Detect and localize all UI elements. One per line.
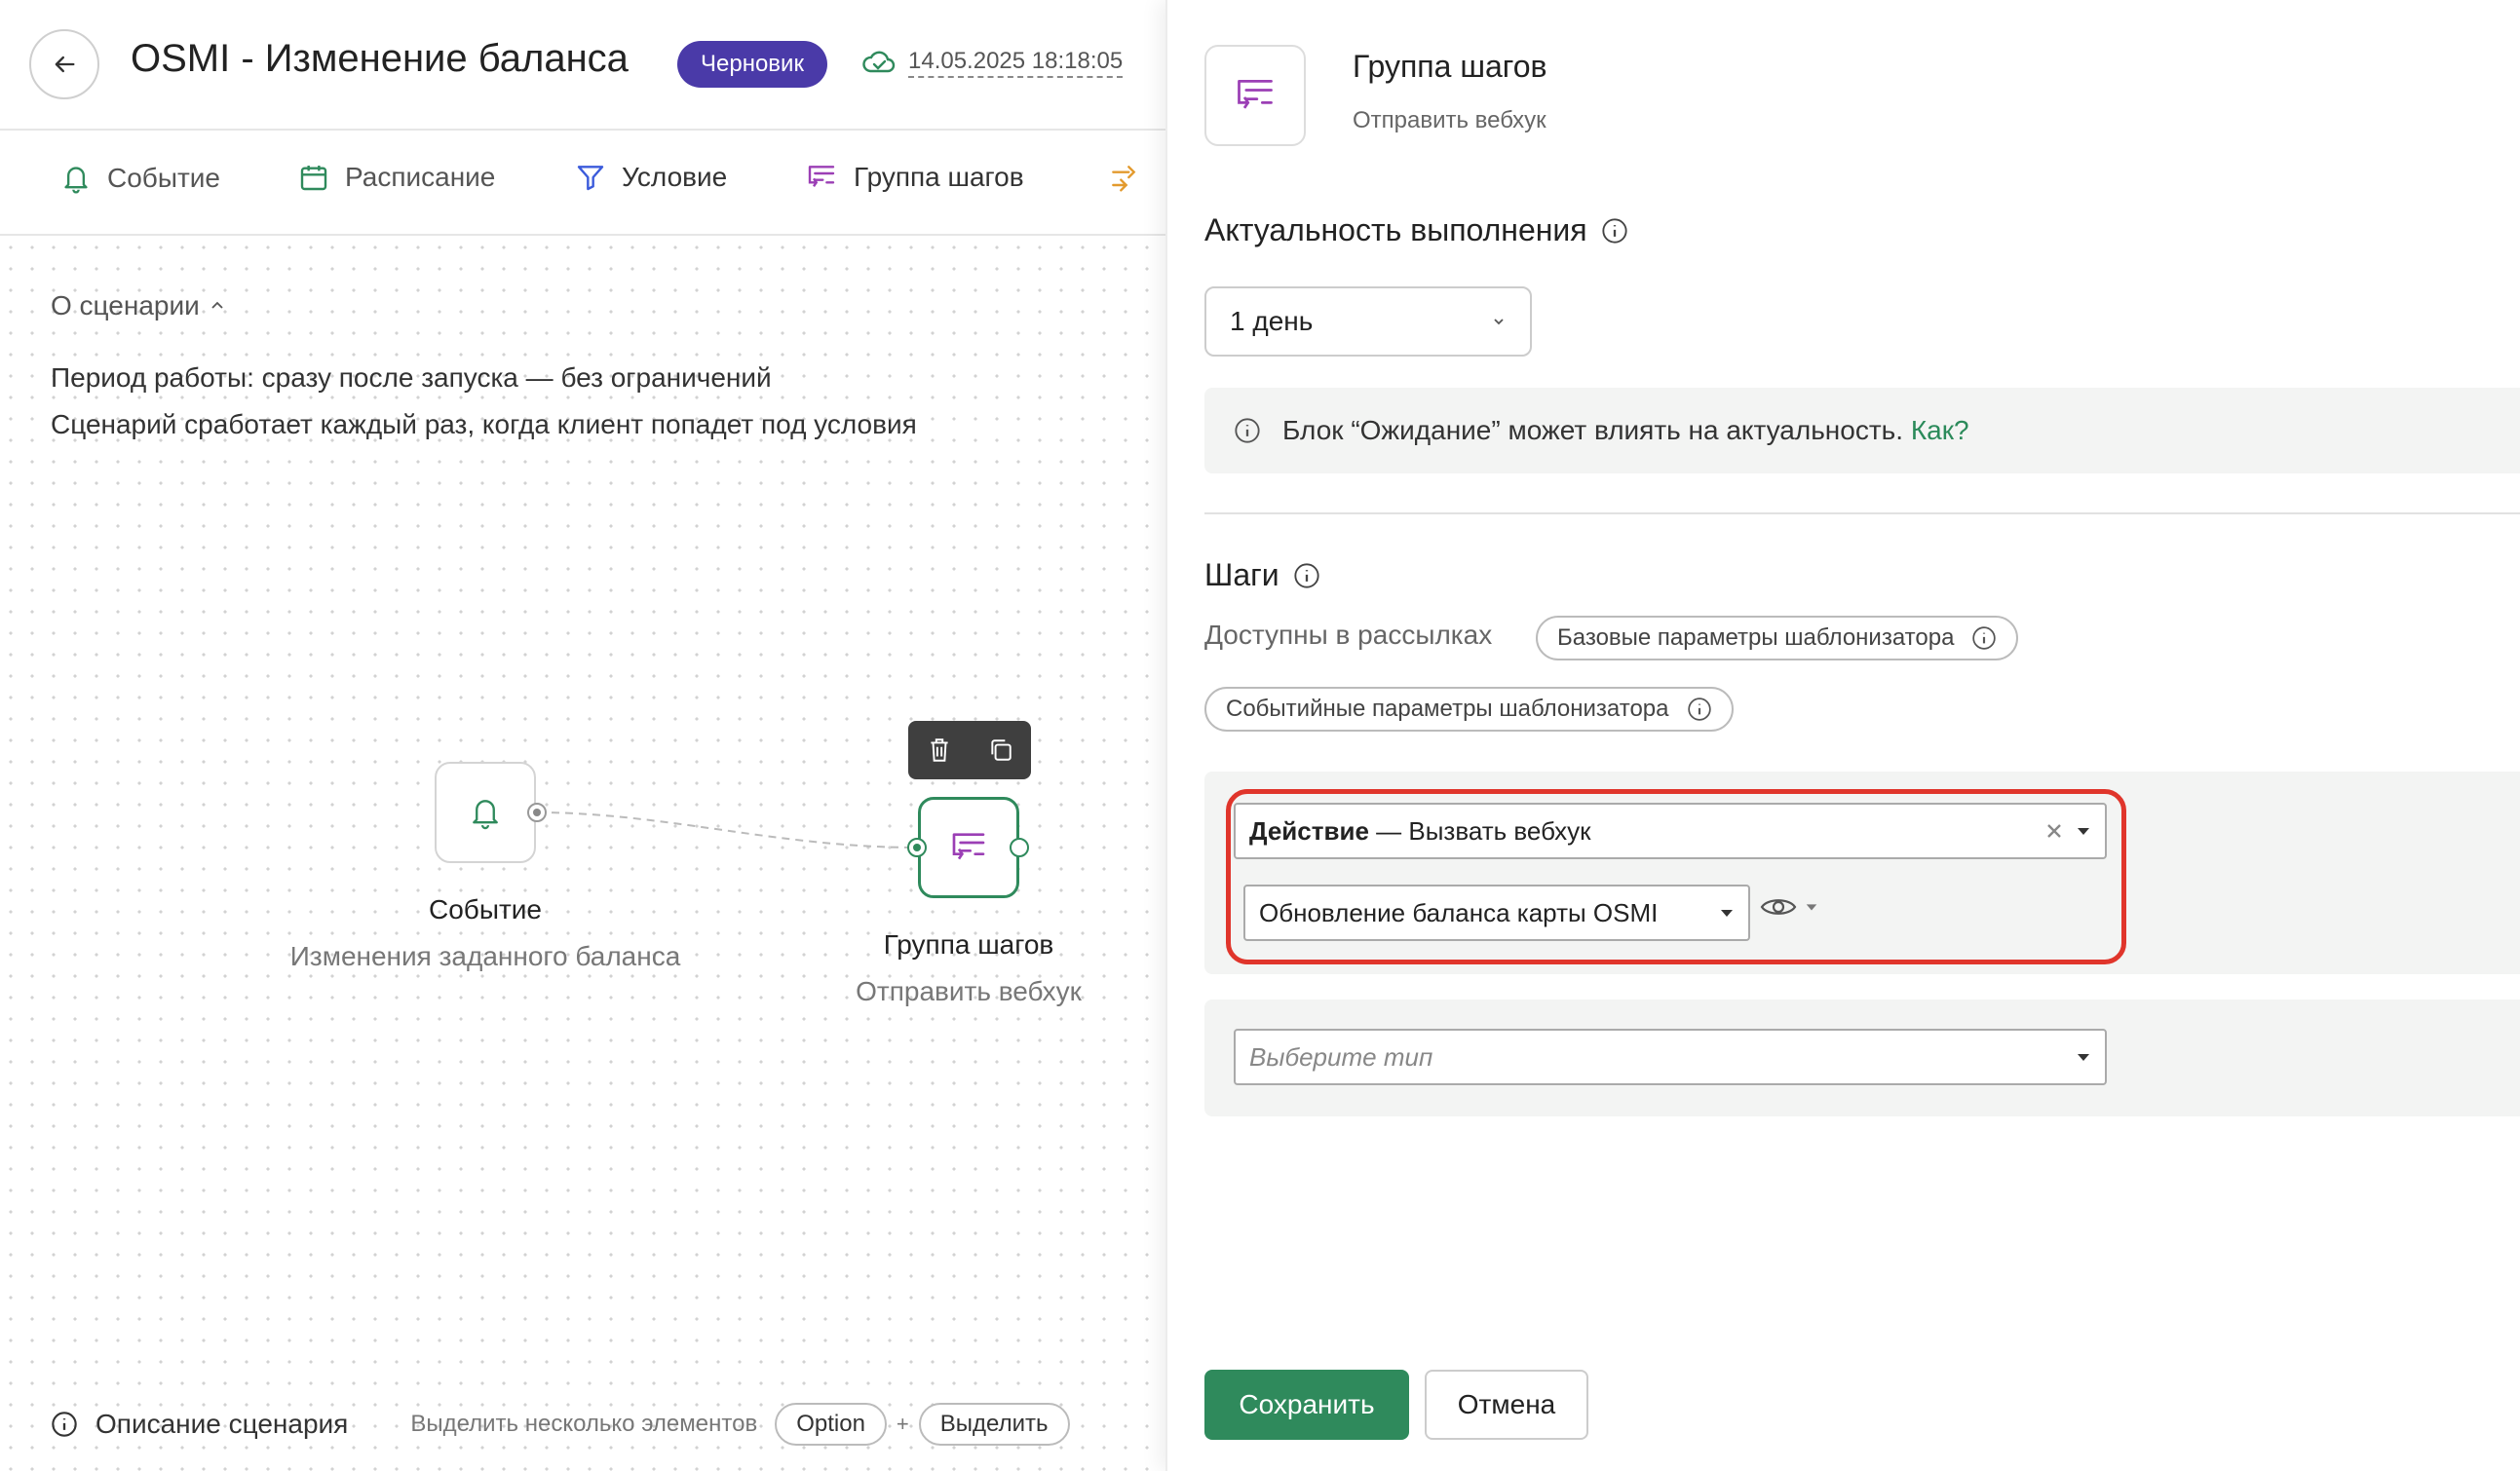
step-group-icon [952,833,985,860]
trash-icon[interactable] [927,736,952,764]
section-divider [1204,512,2520,514]
available-label: Доступны в рассылках [1204,620,1493,650]
block-subtitle: Отправить вебхук [1353,107,1546,133]
event-node-subtitle: Изменения заданного баланса [289,941,681,971]
multi-select-hint: Выделить несколько элементов [410,1411,758,1437]
notice-text: Блок “Ожидание” может влиять на актуальн… [1282,415,1904,445]
event-params-chip[interactable]: Событийные параметры шаблонизатора [1204,687,1734,732]
step-group-node-input-port[interactable] [907,838,927,857]
save-button[interactable]: Сохранить [1204,1370,1409,1440]
bell-icon [473,800,498,830]
event-node[interactable] [435,762,536,863]
node-actions-popup [908,721,1031,779]
relevance-heading: Актуальность выполнения [1204,212,1628,248]
step-group-node-title: Группа шагов [883,929,1054,960]
event-node-title: Событие [429,894,542,924]
step-group-node-subtitle: Отправить вебхук [856,976,1082,1006]
info-icon [1972,626,1997,650]
canvas-footer: Описание сценария Выделить несколько эле… [51,1403,1070,1446]
block-settings-panel: Группа шагов Отправить вебхук Актуальнос… [1165,0,2520,1471]
step-group-node-output-port[interactable] [1010,838,1029,857]
dropdown-arrow-icon [2078,1054,2089,1061]
info-icon[interactable] [1601,217,1628,245]
plus-sign: + [896,1412,909,1436]
select-key-badge: Выделить [918,1403,1070,1446]
notice-help-link[interactable]: Как? [1911,415,1969,445]
base-params-chip[interactable]: Базовые параметры шаблонизатора [1536,616,2019,660]
relevance-notice: Блок “Ожидание” может влиять на актуальн… [1204,388,2520,473]
option-key-badge: Option [775,1403,887,1446]
relevance-title: Актуальность выполнения [1204,212,1587,247]
scenario-description-link[interactable]: Описание сценария [95,1409,348,1440]
step-group-icon [1238,79,1273,109]
info-icon [52,1412,77,1437]
copy-icon[interactable] [988,737,1013,763]
event-node-output-port[interactable] [527,803,547,822]
step-group-node[interactable] [918,797,1019,898]
block-title: Группа шагов [1353,49,1547,84]
steps-title: Шаги [1204,557,1279,592]
type-select[interactable]: Выберите тип [1234,1029,2107,1085]
info-icon [1235,418,1260,443]
cancel-button[interactable]: Отмена [1425,1370,1588,1440]
block-type-icon-box [1204,45,1306,146]
info-icon [1687,698,1711,721]
info-icon[interactable] [1293,562,1320,589]
type-select-placeholder: Выберите тип [1249,1041,1433,1072]
chip-label: Базовые параметры шаблонизатора [1557,624,1955,651]
scenario-editor: OSMI - Изменение баланса Черновик 14.05.… [0,0,1165,1471]
steps-heading: Шаги [1204,557,1320,593]
chevron-down-icon [1494,319,1504,325]
chip-label: Событийные параметры шаблонизатора [1226,696,1669,722]
relevance-select-value: 1 день [1230,306,1314,336]
relevance-select[interactable]: 1 день [1204,286,1532,357]
highlight-frame [1226,789,2126,964]
